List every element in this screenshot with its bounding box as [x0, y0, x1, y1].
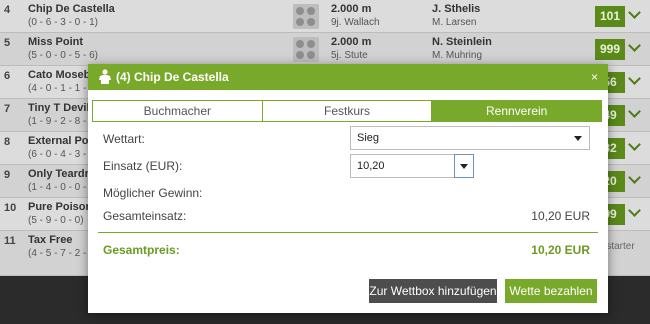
jockey-name: J. Sthelis: [432, 3, 481, 15]
chevron-down-icon[interactable]: [628, 206, 640, 218]
trainer-name: M. Muhring: [432, 50, 483, 61]
chevron-down-icon[interactable]: [628, 140, 640, 152]
race-distance: 2.000 m: [331, 3, 372, 15]
horse-form: (6 - 0 - 4 - 3 - 0: [28, 149, 95, 160]
trainer-name: M. Larsen: [432, 17, 477, 28]
dialog-title: (4) Chip De Castella: [116, 70, 229, 84]
horse-info: 5j. Stute: [331, 50, 368, 61]
pay-bet-button[interactable]: Wette bezahlen: [505, 279, 597, 303]
bet-type-select[interactable]: Sieg: [350, 126, 590, 150]
horse-name[interactable]: Pure Poisor: [28, 201, 90, 213]
chevron-down-icon[interactable]: [628, 107, 640, 119]
horse-form: (4 - 5 - 7 - 2 -: [28, 248, 87, 259]
chevron-down-icon[interactable]: [628, 74, 640, 86]
horse-form: (1 - 9 - 2 - 8 - 7: [28, 116, 95, 127]
bet-dialog: (4) Chip De Castella × Buchmacher Festku…: [88, 64, 608, 313]
start-number: 10: [4, 202, 17, 214]
bet-type-value: Sieg: [357, 132, 380, 144]
silks-icon: [293, 37, 319, 62]
tab-festkurs[interactable]: Festkurs: [262, 100, 433, 122]
chevron-down-icon[interactable]: [628, 8, 640, 20]
stake-label: Einsatz (EUR):: [103, 159, 183, 173]
horse-form: (4 - 0 - 1 - 1 - 1: [28, 83, 95, 94]
start-number: 9: [4, 169, 11, 181]
horse-form: (1 - 4 - 0 - 0 - 0: [28, 182, 95, 193]
bet-type-label: Wettart:: [103, 132, 145, 146]
jockey-name: N. Steinlein: [432, 36, 492, 48]
total-stake-value: 10,20 EUR: [531, 209, 590, 223]
start-number: 5: [4, 37, 11, 49]
horse-form: (5 - 9 - 0 - 0): [28, 215, 84, 226]
bet-source-tabs: Buchmacher Festkurs Rennverein: [92, 100, 603, 122]
chevron-down-icon[interactable]: [628, 41, 640, 53]
caret-down-icon: [460, 164, 468, 169]
start-number: 8: [4, 136, 11, 148]
divider: [98, 232, 598, 233]
horse-name[interactable]: Tiny T Devil: [28, 102, 90, 114]
horse-name[interactable]: Chip De Castella: [28, 3, 115, 15]
odds-button[interactable]: 999: [595, 39, 626, 60]
horse-form: (5 - 0 - 0 - 5 - 6): [28, 50, 99, 61]
possible-win-label: Möglicher Gewinn:: [103, 186, 203, 200]
start-number: 4: [4, 4, 11, 16]
chevron-down-icon[interactable]: [628, 173, 640, 185]
start-number: 6: [4, 70, 11, 82]
close-icon[interactable]: ×: [591, 70, 598, 84]
stake-dropdown-button[interactable]: [454, 154, 474, 178]
total-price-value: 10,20 EUR: [531, 243, 590, 257]
silks-icon: [293, 4, 319, 29]
race-row[interactable]: 5 Miss Point (5 - 0 - 0 - 5 - 6) 2.000 m…: [0, 33, 650, 66]
caret-down-icon: [574, 136, 582, 141]
stake-value: 10,20: [357, 160, 385, 172]
jersey-icon: [99, 69, 111, 84]
horse-info: 9j. Wallach: [331, 17, 380, 28]
total-stake-label: Gesamteinsatz:: [103, 209, 187, 223]
total-price-label: Gesamtpreis:: [103, 243, 180, 257]
race-distance: 2.000 m: [331, 36, 372, 48]
dialog-header: (4) Chip De Castella ×: [88, 64, 608, 90]
tab-buchmacher[interactable]: Buchmacher: [92, 100, 263, 122]
horse-name[interactable]: Only Teardr: [28, 168, 89, 180]
horse-name[interactable]: Miss Point: [28, 36, 83, 48]
horse-name[interactable]: Tax Free: [28, 234, 72, 246]
race-row[interactable]: 4 Chip De Castella (0 - 6 - 3 - 0 - 1) 2…: [0, 0, 650, 33]
odds-button[interactable]: 101: [595, 6, 626, 27]
start-number: 7: [4, 103, 11, 115]
tab-rennverein[interactable]: Rennverein: [432, 100, 603, 122]
horse-name[interactable]: External Po: [28, 135, 89, 147]
horse-name[interactable]: Cato Moseb: [28, 69, 90, 81]
horse-form: (0 - 6 - 3 - 0 - 1): [28, 17, 99, 28]
start-number: 11: [4, 235, 16, 247]
add-to-betbox-button[interactable]: Zur Wettbox hinzufügen: [369, 279, 497, 303]
